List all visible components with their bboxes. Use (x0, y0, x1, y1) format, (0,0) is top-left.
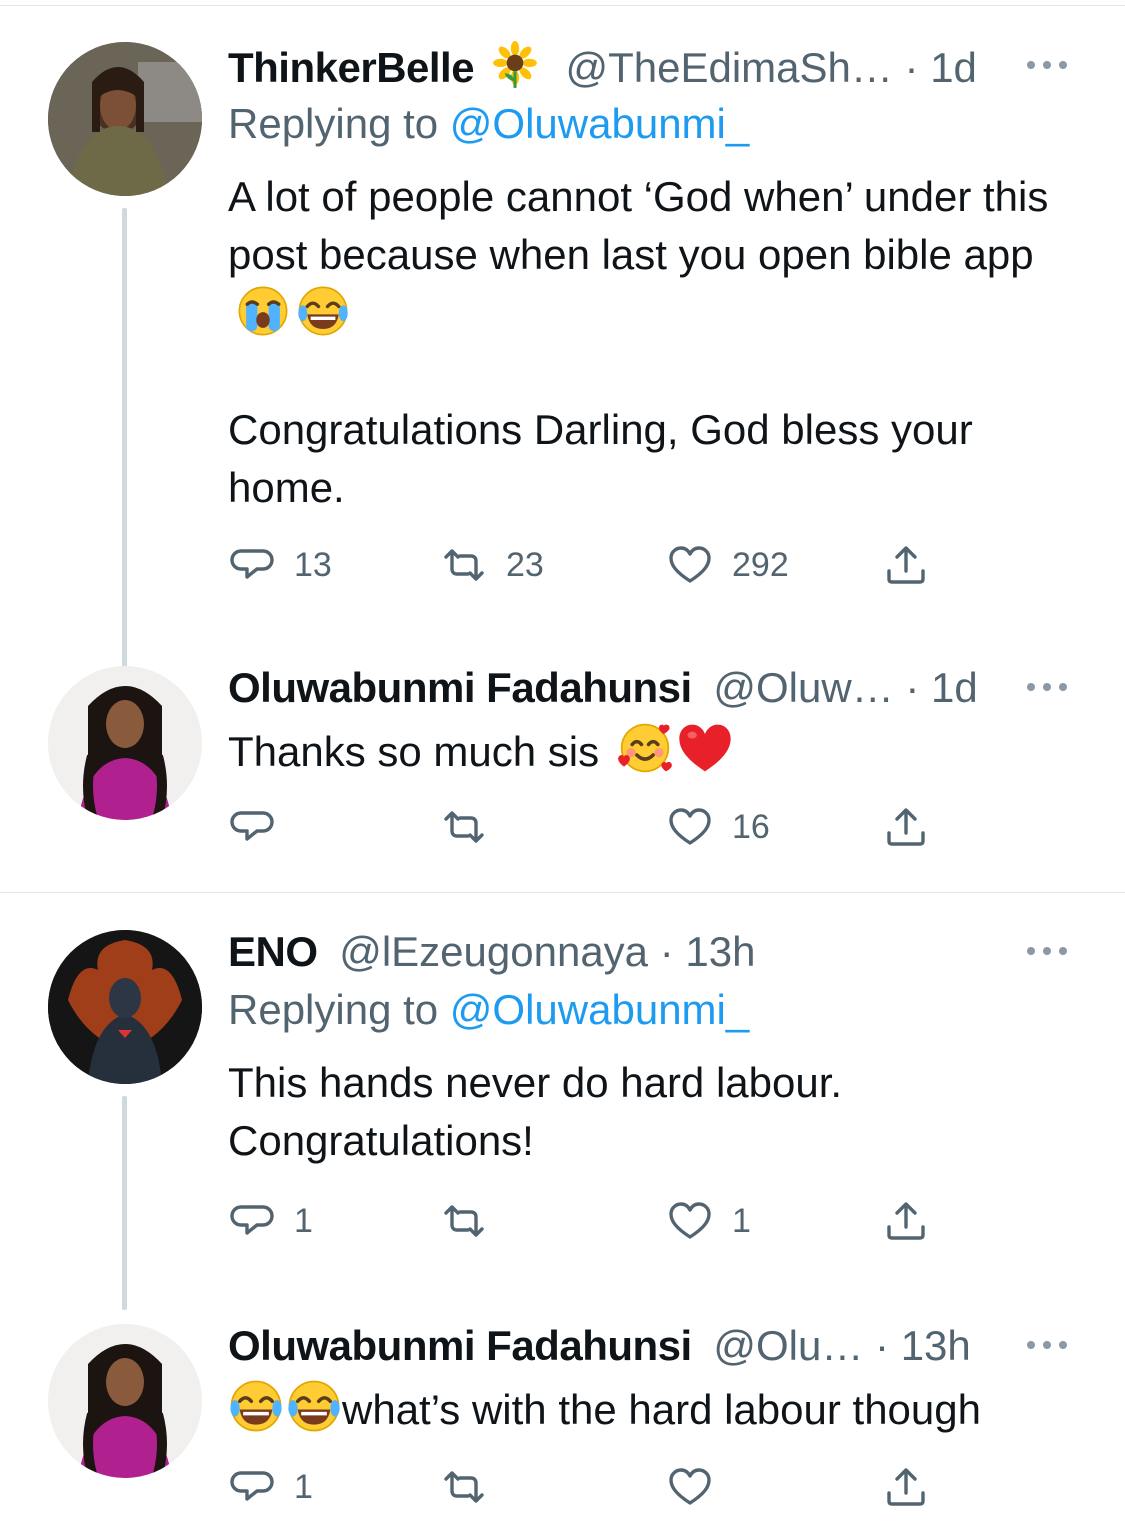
handle[interactable]: @Olu… (713, 1322, 863, 1369)
red-heart-icon (679, 724, 731, 772)
share-icon (887, 546, 925, 584)
like-count: 292 (732, 545, 789, 584)
separator: · (904, 44, 931, 91)
tweet-text-line: what’s with the hard labour though (342, 1386, 981, 1433)
separator: · (875, 1322, 901, 1369)
tweet-text: This hands never do hard labour. Congrat… (228, 1059, 843, 1164)
handle[interactable]: @TheEdimaSh… (565, 44, 892, 91)
face-with-tears-of-joy-icon (296, 285, 350, 337)
tweet-text: what’s with the hard labour though (228, 1378, 1085, 1439)
smiling-face-with-hearts-icon (616, 722, 673, 774)
share-icon (887, 808, 925, 846)
separator: · (659, 928, 686, 975)
action-bar: 16 (228, 802, 948, 852)
replying-prefix: Replying to (228, 986, 450, 1033)
handle[interactable]: @Oluw… (713, 664, 893, 711)
replying-to: Replying to @Oluwabunmi_ (228, 96, 1085, 152)
heart-icon (669, 808, 711, 845)
replying-to: Replying to @Oluwabunmi_ (228, 982, 1085, 1038)
like-button[interactable] (666, 1462, 732, 1512)
action-bar: 1 (228, 1462, 948, 1512)
mention-link[interactable]: @Oluwabunmi_ (450, 986, 749, 1033)
display-name[interactable]: Oluwabunmi Fadahunsi (228, 1322, 692, 1369)
reply-count: 13 (294, 545, 332, 584)
share-button[interactable] (882, 540, 930, 590)
share-button[interactable] (882, 1196, 930, 1246)
more-options-icon[interactable] (1027, 1338, 1071, 1352)
more-options-icon[interactable] (1027, 944, 1071, 958)
retweet-button[interactable] (440, 1462, 506, 1512)
retweet-icon (444, 1471, 484, 1503)
action-bar: 1 1 (228, 1196, 948, 1246)
timestamp[interactable]: 1d (930, 44, 977, 91)
tweet-header: Oluwabunmi Fadahunsi @Olu… · 13h (228, 1320, 1085, 1372)
action-bar: 13 23 292 (228, 540, 948, 590)
heart-icon (669, 1468, 711, 1505)
like-button[interactable]: 292 (666, 540, 789, 590)
avatar[interactable] (48, 930, 202, 1084)
retweet-button[interactable] (440, 802, 506, 852)
tweet-header: ENO @lEzeugonnaya · 13h (228, 926, 1085, 978)
tweet-header: ThinkerBelle @TheEdimaSh… · 1d (228, 40, 1085, 92)
tweet-text-line: A lot of people cannot ‘God when’ under … (228, 173, 1061, 278)
timestamp[interactable]: 1d (931, 664, 978, 711)
reply-button[interactable]: 1 (228, 1462, 313, 1512)
retweet-count: 23 (506, 545, 544, 584)
avatar[interactable] (48, 42, 202, 196)
thread-line (122, 208, 127, 696)
share-icon (887, 1468, 925, 1506)
handle[interactable]: @lEzeugonnaya (339, 928, 648, 975)
reply-icon (230, 549, 274, 579)
tweet-text: Thanks so much sis (228, 720, 1085, 781)
tweet-header: Oluwabunmi Fadahunsi @Oluw… · 1d (228, 662, 1085, 714)
share-button[interactable] (882, 1462, 930, 1512)
thread-line (122, 1096, 127, 1310)
reply-icon (230, 811, 274, 841)
timestamp[interactable]: 13h (901, 1322, 971, 1369)
share-icon (887, 1202, 925, 1240)
tweet-text-line: Thanks so much sis (228, 728, 600, 775)
display-name[interactable]: Oluwabunmi Fadahunsi (228, 664, 692, 711)
share-button[interactable] (882, 802, 930, 852)
heart-icon (669, 546, 711, 583)
replying-prefix: Replying to (228, 100, 450, 147)
avatar[interactable] (48, 1324, 202, 1478)
tweet-text-second: Congratulations Darling, God bless your … (228, 406, 985, 511)
like-button[interactable]: 16 (666, 802, 770, 852)
top-divider (0, 5, 1125, 6)
separator: · (905, 664, 932, 711)
like-count: 16 (732, 807, 770, 846)
retweet-icon (444, 1205, 484, 1237)
like-button[interactable]: 1 (666, 1196, 751, 1246)
like-count: 1 (732, 1201, 751, 1240)
reply-button[interactable]: 13 (228, 540, 332, 590)
timestamp[interactable]: 13h (685, 928, 755, 975)
reply-count: 1 (294, 1201, 313, 1240)
conversation-divider (0, 892, 1125, 893)
reply-button[interactable]: 1 (228, 1196, 313, 1246)
retweet-button[interactable]: 23 (440, 540, 544, 590)
more-options-icon[interactable] (1027, 58, 1071, 72)
heart-icon (669, 1202, 711, 1239)
reply-icon (230, 1471, 274, 1501)
tweet-text: A lot of people cannot ‘God when’ under … (228, 168, 1085, 343)
avatar[interactable] (48, 666, 202, 820)
display-name[interactable]: ENO (228, 928, 318, 975)
retweet-button[interactable] (440, 1196, 506, 1246)
face-with-tears-of-joy-icon (286, 1379, 342, 1433)
more-options-icon[interactable] (1027, 680, 1071, 694)
display-name[interactable]: ThinkerBelle (228, 44, 475, 91)
mention-link[interactable]: @Oluwabunmi_ (450, 100, 749, 147)
loudly-crying-face-icon (237, 285, 289, 337)
retweet-icon (444, 811, 484, 843)
reply-count: 1 (294, 1467, 313, 1506)
retweet-icon (444, 549, 484, 581)
sunflower-icon (491, 40, 539, 90)
reply-icon (230, 1205, 274, 1235)
reply-button[interactable] (228, 802, 294, 852)
face-with-tears-of-joy-icon (228, 1379, 284, 1433)
